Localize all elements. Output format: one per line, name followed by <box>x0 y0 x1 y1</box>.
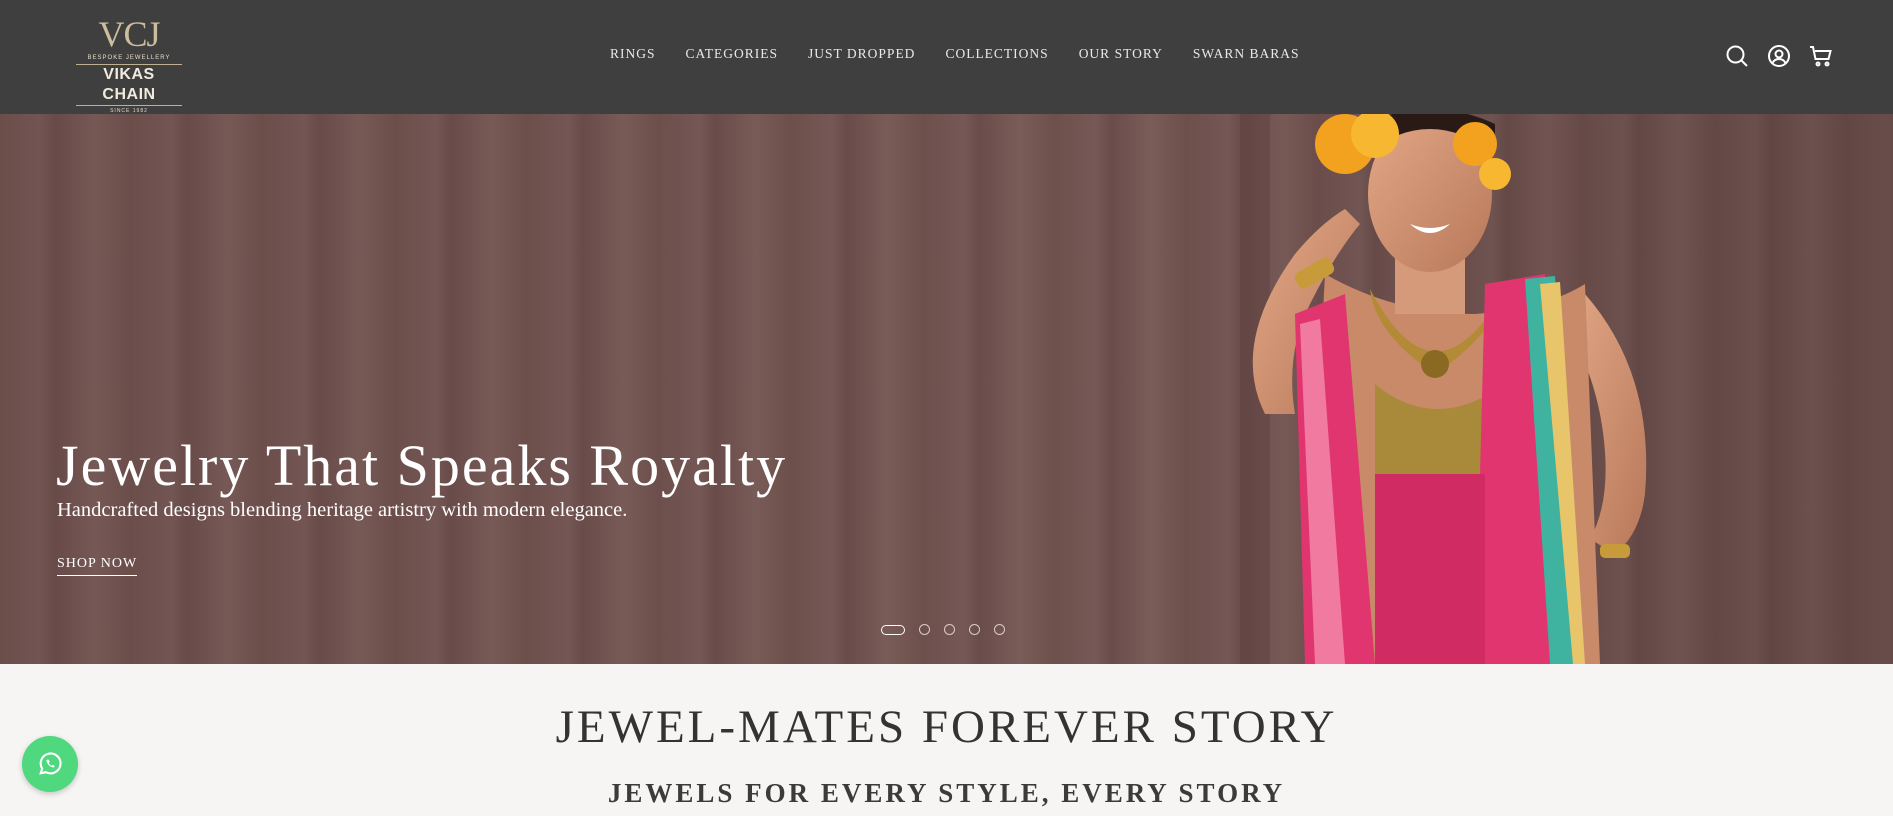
brand-tagline: BESPOKE JEWELLERY <box>87 55 171 61</box>
header-actions <box>1725 44 1833 68</box>
carousel-dot-2[interactable] <box>919 624 930 635</box>
account-icon[interactable] <box>1767 44 1791 68</box>
carousel-dot-4[interactable] <box>969 624 980 635</box>
hero-title: Jewelry That Speaks Royalty <box>56 433 788 498</box>
search-icon[interactable] <box>1725 44 1749 68</box>
nav-item-categories[interactable]: CATEGORIES <box>686 46 779 62</box>
carousel-dot-1[interactable] <box>881 624 905 635</box>
hero-model-image <box>1240 114 1647 664</box>
section-subtitle: JEWELS FOR EVERY STYLE, EVERY STORY <box>607 778 1286 808</box>
main-nav: RINGS CATEGORIES JUST DROPPED COLLECTION… <box>610 46 1330 62</box>
nav-item-swarn-baras[interactable]: SWARN BARAS <box>1193 46 1300 62</box>
whatsapp-icon <box>39 752 62 775</box>
carousel-pagination <box>881 624 1005 635</box>
nav-item-just-dropped[interactable]: JUST DROPPED <box>808 46 915 62</box>
nav-item-collections[interactable]: COLLECTIONS <box>945 46 1048 62</box>
nav-item-rings[interactable]: RINGS <box>610 46 656 62</box>
shop-now-button[interactable]: SHOP NOW <box>57 556 138 576</box>
hero-subtitle: Handcrafted designs blending heritage ar… <box>57 499 628 521</box>
brand-name: VIKAS CHAIN <box>76 64 182 106</box>
cart-icon[interactable] <box>1809 44 1833 68</box>
hero-banner: Jewelry That Speaks Royalty Handcrafted … <box>0 114 1893 664</box>
whatsapp-button[interactable] <box>22 736 78 792</box>
carousel-dot-3[interactable] <box>944 624 955 635</box>
brand-logo[interactable]: VCJ BESPOKE JEWELLERY VIKAS CHAIN SINCE … <box>74 14 184 114</box>
carousel-dot-5[interactable] <box>994 624 1005 635</box>
site-header: VCJ BESPOKE JEWELLERY VIKAS CHAIN SINCE … <box>0 0 1893 114</box>
section-title: JEWEL-MATES FOREVER STORY <box>555 701 1338 753</box>
nav-item-our-story[interactable]: OUR STORY <box>1079 46 1163 62</box>
brand-monogram: VCJ <box>98 14 160 54</box>
